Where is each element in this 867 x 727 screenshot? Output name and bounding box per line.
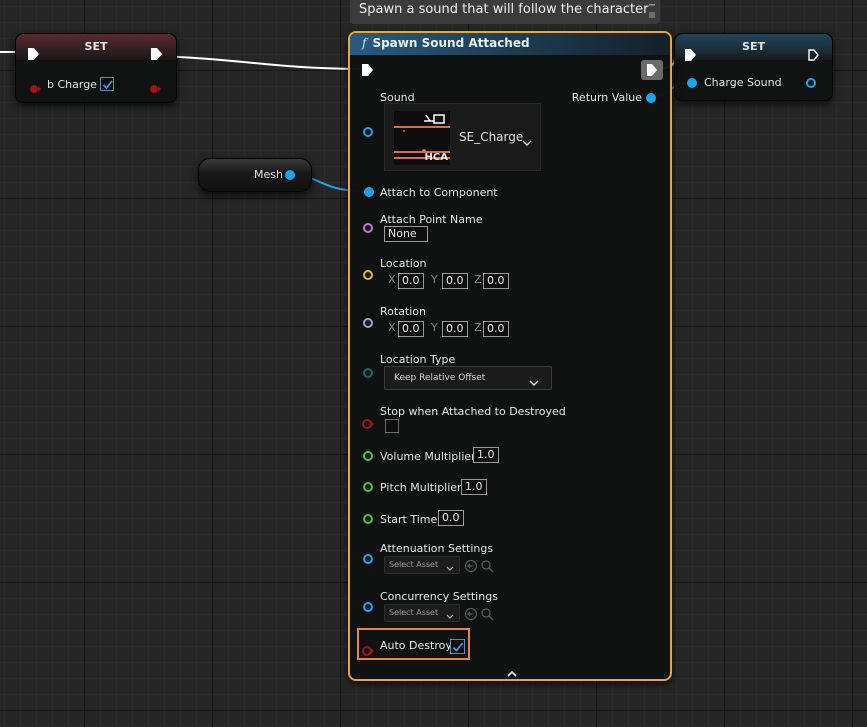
exec-out-pin-icon xyxy=(647,64,657,76)
concurrency-asset-placeholder: Select Asset xyxy=(389,608,439,617)
location-y-field[interactable]: 0.0 xyxy=(442,273,468,289)
attach-to-component-label: Attach to Component xyxy=(380,186,498,199)
concurrency-settings-pin-icon[interactable] xyxy=(363,602,373,612)
bool-out-pin-icon[interactable] xyxy=(149,79,162,93)
object-out-pin-icon[interactable] xyxy=(806,78,816,88)
location-x-axis-label: X xyxy=(388,273,396,286)
sound-asset-thumbnail: HCA xyxy=(394,111,450,165)
attach-point-name-field[interactable]: None xyxy=(384,226,428,242)
volume-multiplier-label: Volume Multiplier xyxy=(380,450,476,463)
spawn-node-title: Spawn Sound Attached xyxy=(372,36,530,50)
pitch-multiplier-pin-icon[interactable] xyxy=(363,482,373,492)
set-node-charge-sound[interactable]: SET Charge Sound xyxy=(674,33,833,101)
rotation-x-axis-label: X xyxy=(388,321,396,334)
location-z-field[interactable]: 0.0 xyxy=(483,273,509,289)
attach-to-component-pin-icon[interactable] xyxy=(364,187,374,197)
return-value-pin-icon[interactable] xyxy=(646,93,656,103)
pin-label-b-charge: b Charge xyxy=(47,78,97,91)
attenuation-settings-pin-icon[interactable] xyxy=(363,554,373,564)
browse-asset-search-icon[interactable] xyxy=(480,606,494,625)
rotation-z-axis-label: Z xyxy=(474,321,482,334)
mesh-label: Mesh xyxy=(254,168,283,181)
pitch-multiplier-label: Pitch Multiplier xyxy=(380,481,462,494)
location-y-axis-label: Y xyxy=(431,273,438,286)
location-label: Location xyxy=(380,257,427,270)
sound-asset-name: SE_Charge xyxy=(459,130,524,144)
location-z-axis-label: Z xyxy=(474,273,482,286)
attach-point-name-pin-icon[interactable] xyxy=(363,223,373,233)
chevron-down-icon xyxy=(446,610,454,626)
exec-in-pin-icon[interactable] xyxy=(28,48,39,60)
comment-bubble[interactable]: Spawn a sound that will follow the chara… xyxy=(350,0,660,24)
comment-text: Spawn a sound that will follow the chara… xyxy=(359,2,649,17)
stop-when-destroyed-label: Stop when Attached to Destroyed xyxy=(380,405,566,418)
function-icon: f xyxy=(362,36,367,50)
volume-multiplier-field[interactable]: 1.0 xyxy=(473,447,499,463)
exec-out-pin-icon[interactable] xyxy=(151,48,162,60)
sound-asset-picker[interactable]: HCA SE_Charge xyxy=(384,103,541,171)
stop-when-destroyed-checkbox[interactable] xyxy=(385,419,399,433)
exec-wire-set-to-spawn xyxy=(160,55,361,70)
start-time-label: Start Time xyxy=(380,513,438,526)
pin-label-charge-sound: Charge Sound xyxy=(704,76,782,89)
sound-pin-icon[interactable] xyxy=(363,127,373,137)
chevron-down-icon xyxy=(446,562,454,578)
location-x-field[interactable]: 0.0 xyxy=(398,273,424,289)
location-pin-icon[interactable] xyxy=(363,270,373,280)
auto-destroy-highlight-box xyxy=(357,628,470,660)
chevron-down-icon[interactable] xyxy=(522,132,532,151)
rotation-y-field[interactable]: 0.0 xyxy=(442,321,468,337)
attenuation-settings-label: Attenuation Settings xyxy=(380,542,494,555)
spawn-sound-attached-node[interactable]: f Spawn Sound Attached Return Value Sound… xyxy=(348,31,672,681)
mesh-out-pin-icon[interactable] xyxy=(285,170,295,180)
rotation-x-field[interactable]: 0.0 xyxy=(398,321,424,337)
mesh-variable-node[interactable]: Mesh xyxy=(198,158,312,192)
attenuation-asset-picker[interactable]: Select Asset xyxy=(384,556,460,574)
browse-asset-search-icon[interactable] xyxy=(480,558,494,577)
pitch-multiplier-field[interactable]: 1.0 xyxy=(461,479,487,495)
rotation-z-field[interactable]: 0.0 xyxy=(483,321,509,337)
start-time-field[interactable]: 0.0 xyxy=(438,510,464,526)
exec-in-pin-icon[interactable] xyxy=(685,49,696,61)
chevron-down-icon xyxy=(529,374,539,396)
b-charge-checkbox[interactable] xyxy=(100,77,114,91)
sound-asset-type-label: HCA xyxy=(424,152,448,163)
volume-multiplier-pin-icon[interactable] xyxy=(363,451,373,461)
attenuation-asset-placeholder: Select Asset xyxy=(389,560,439,569)
rotation-pin-icon[interactable] xyxy=(363,318,373,328)
rotation-y-axis-label: Y xyxy=(431,321,438,334)
bool-in-pin-icon[interactable] xyxy=(29,79,42,93)
collapse-chevron-up-icon[interactable] xyxy=(506,663,518,682)
location-type-dropdown[interactable]: Keep Relative Offset xyxy=(384,366,552,390)
comment-menu-icon[interactable] xyxy=(648,2,656,20)
use-selected-asset-icon[interactable] xyxy=(464,606,478,625)
location-type-label: Location Type xyxy=(380,353,456,366)
set-node-b-charge[interactable]: SET b Charge xyxy=(15,33,177,103)
concurrency-asset-picker[interactable]: Select Asset xyxy=(384,604,460,622)
spawn-node-header: f Spawn Sound Attached xyxy=(350,33,670,55)
location-type-pin-icon[interactable] xyxy=(363,368,373,378)
exec-in-pin-icon[interactable] xyxy=(362,64,373,76)
use-selected-asset-icon[interactable] xyxy=(464,558,478,577)
location-type-value: Keep Relative Offset xyxy=(394,373,486,383)
exec-out-pin-icon[interactable] xyxy=(808,49,819,61)
concurrency-settings-label: Concurrency Settings xyxy=(380,590,498,603)
object-in-pin-icon[interactable] xyxy=(687,78,697,88)
stop-when-destroyed-pin-icon[interactable] xyxy=(362,414,375,429)
rotation-label: Rotation xyxy=(380,305,427,318)
return-value-label: Return Value xyxy=(571,91,642,104)
exec-out-pin-button[interactable] xyxy=(641,60,663,80)
start-time-pin-icon[interactable] xyxy=(363,514,373,524)
attach-point-name-label: Attach Point Name xyxy=(380,213,483,226)
